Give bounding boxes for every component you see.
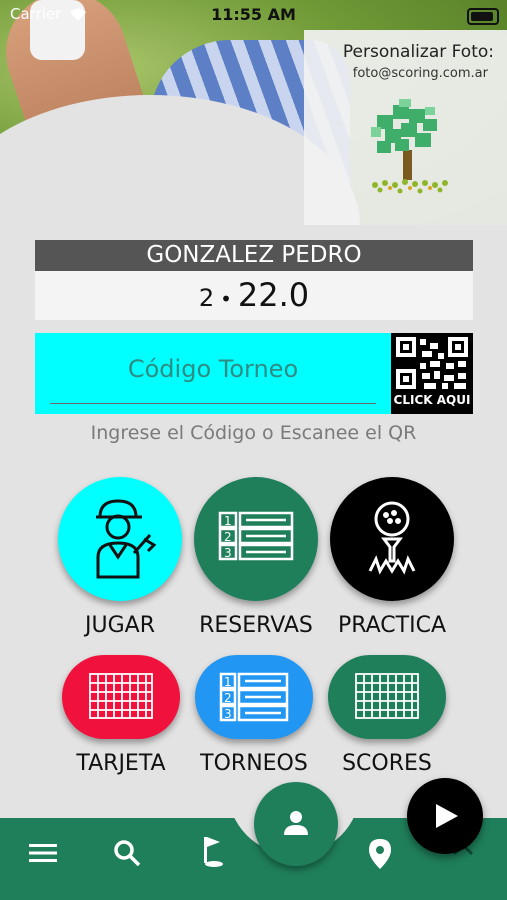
status-bar: Carrier 11:55 AM bbox=[0, 0, 507, 30]
customize-photo-title: Personalizar Foto: bbox=[342, 42, 494, 62]
battery-icon bbox=[467, 8, 499, 25]
qr-click-label: CLICK AQUI bbox=[393, 393, 471, 407]
profile-fab-button[interactable] bbox=[254, 782, 338, 866]
player-handicap: 22.0 bbox=[237, 276, 310, 314]
golf-ball-tee-icon bbox=[368, 501, 416, 575]
location-icon[interactable] bbox=[368, 838, 392, 870]
tree-logo-icon bbox=[371, 99, 448, 194]
tournament-code-placeholder: Código Torneo bbox=[127, 355, 299, 383]
svg-text:3: 3 bbox=[224, 546, 232, 560]
player-handicap-row: 2 • 22.0 bbox=[35, 271, 473, 320]
input-underline bbox=[50, 403, 376, 404]
customize-photo-email[interactable]: foto@scoring.com.ar bbox=[304, 66, 488, 81]
svg-text:2: 2 bbox=[224, 691, 232, 705]
tarjeta-button[interactable] bbox=[62, 655, 180, 739]
svg-text:2: 2 bbox=[224, 530, 232, 544]
scores-label: SCORES bbox=[342, 751, 432, 776]
golf-hole-icon[interactable] bbox=[196, 835, 226, 869]
qr-code-icon bbox=[396, 337, 468, 389]
tournament-code-input[interactable]: Código Torneo bbox=[35, 333, 391, 414]
scores-button[interactable] bbox=[328, 655, 446, 739]
qr-scan-button[interactable]: CLICK AQUI bbox=[391, 333, 473, 414]
torneos-button[interactable]: 1 2 3 bbox=[195, 655, 313, 739]
svg-text:3: 3 bbox=[224, 707, 232, 721]
practica-label: PRACTICA bbox=[337, 613, 447, 638]
player-number: 2 bbox=[198, 284, 215, 312]
golfer-icon bbox=[96, 499, 156, 579]
player-name: GONZALEZ PEDRO bbox=[35, 240, 473, 271]
score-grid-icon bbox=[355, 673, 419, 719]
handicap-separator: • bbox=[220, 287, 232, 311]
person-icon bbox=[284, 811, 308, 835]
jugar-button[interactable] bbox=[58, 477, 182, 601]
practica-button[interactable] bbox=[330, 477, 454, 601]
status-time: 11:55 AM bbox=[211, 5, 296, 24]
search-icon[interactable] bbox=[113, 839, 141, 867]
play-button[interactable] bbox=[407, 778, 483, 854]
menu-icon[interactable] bbox=[29, 842, 57, 864]
svg-text:1: 1 bbox=[224, 675, 232, 689]
scorecard-icon bbox=[89, 673, 153, 719]
play-icon bbox=[436, 804, 458, 828]
reservas-button[interactable]: 1 2 3 bbox=[194, 477, 318, 601]
tournament-code-hint: Ingrese el Código o Escanee el QR bbox=[90, 422, 417, 444]
ranking-list-icon: 1 2 3 bbox=[219, 672, 289, 722]
svg-text:1: 1 bbox=[224, 514, 232, 528]
list-icon: 1 2 3 bbox=[218, 511, 294, 561]
